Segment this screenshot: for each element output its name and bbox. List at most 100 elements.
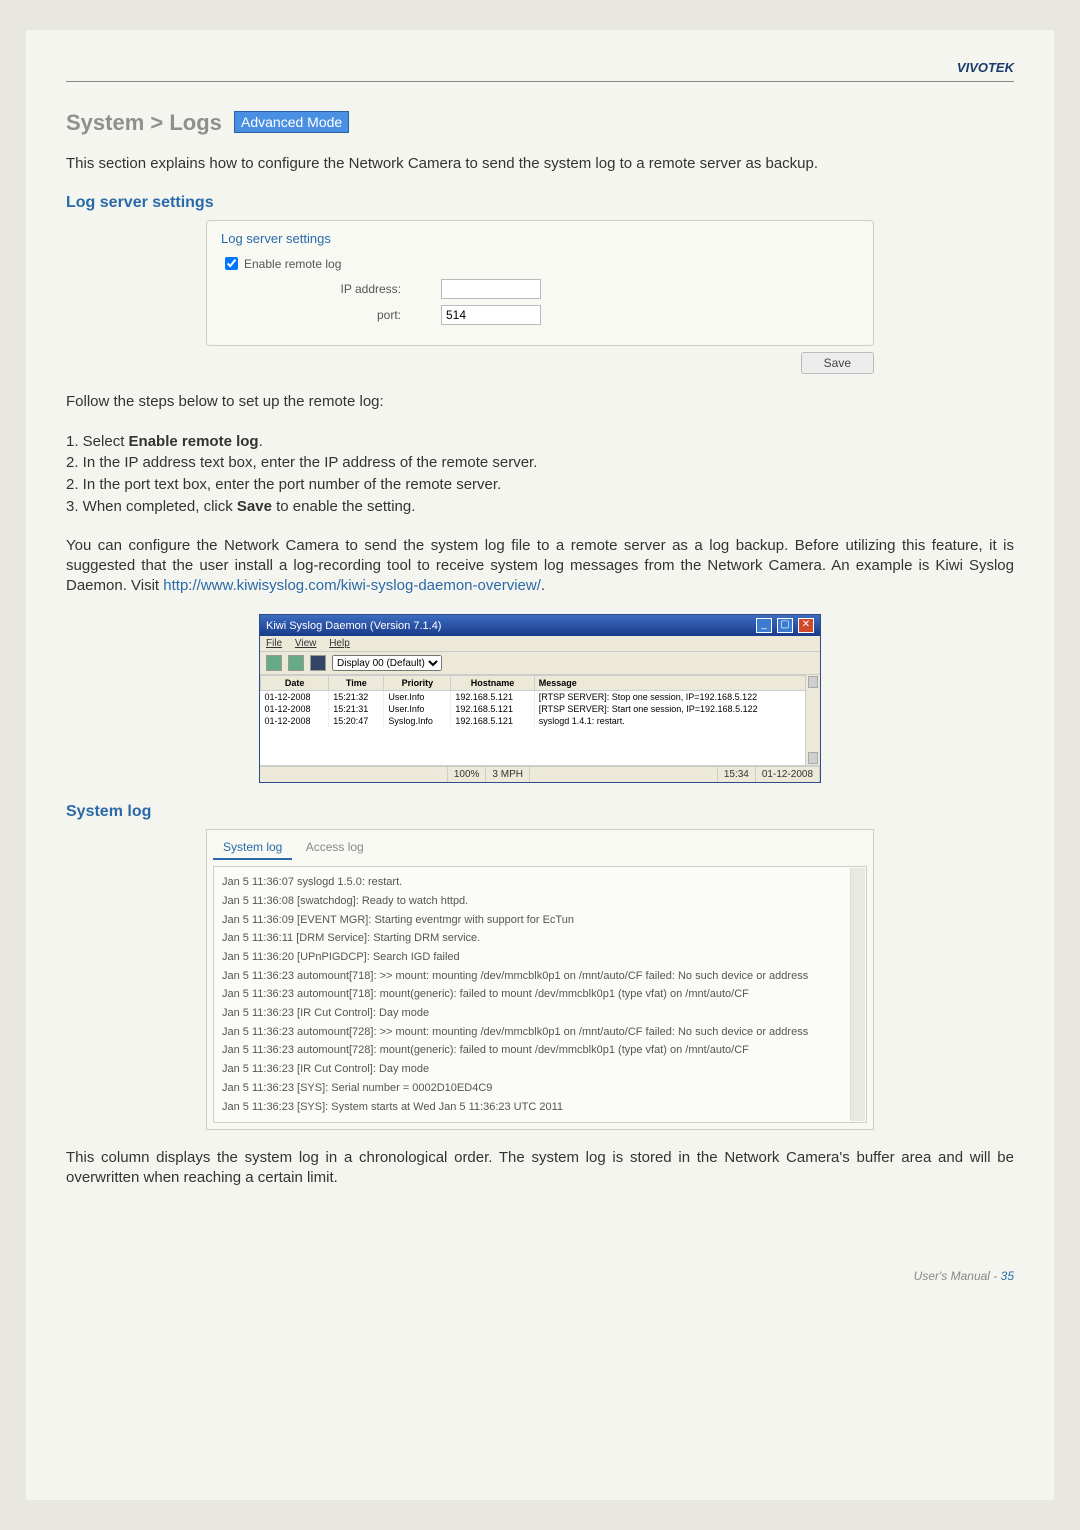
cell-message: [RTSP SERVER]: Stop one session, IP=192.… bbox=[534, 691, 819, 704]
close-icon[interactable]: ✕ bbox=[798, 618, 814, 633]
kiwi-para-c: . bbox=[541, 577, 545, 594]
kiwi-window-controls: _ ▢ ✕ bbox=[754, 618, 814, 633]
cell-hostname: 192.168.5.121 bbox=[451, 691, 534, 704]
log-line: Jan 5 11:36:23 automount[718]: mount(gen… bbox=[222, 985, 858, 1004]
table-row: 01-12-200815:21:32User.Info192.168.5.121… bbox=[261, 691, 820, 704]
step-1c: . bbox=[259, 433, 263, 450]
kiwi-link[interactable]: http://www.kiwisyslog.com/kiwi-syslog-da… bbox=[163, 577, 541, 594]
save-row: Save bbox=[66, 352, 874, 374]
step-4b: Save bbox=[237, 498, 272, 515]
col-time: Time bbox=[329, 676, 384, 691]
enable-remote-label: Enable remote log bbox=[244, 257, 341, 271]
toolbar-icon-1[interactable] bbox=[266, 655, 282, 671]
kiwi-title-text: Kiwi Syslog Daemon (Version 7.1.4) bbox=[266, 620, 441, 632]
system-log-panel: System log Access log Jan 5 11:36:07 sys… bbox=[206, 829, 874, 1130]
log-line: Jan 5 11:36:23 automount[728]: >> mount:… bbox=[222, 1023, 858, 1042]
kiwi-table: Date Time Priority Hostname Message 01-1… bbox=[260, 675, 820, 727]
step-3: 2. In the port text box, enter the port … bbox=[66, 474, 1014, 496]
enable-remote-checkbox[interactable] bbox=[225, 257, 238, 270]
log-line: Jan 5 11:36:08 [swatchdog]: Ready to wat… bbox=[222, 892, 858, 911]
ip-label: IP address: bbox=[221, 282, 441, 296]
log-line: Jan 5 11:36:23 [SYS]: System starts at W… bbox=[222, 1098, 858, 1117]
kiwi-statusbar: 100% 3 MPH 15:34 01-12-2008 bbox=[260, 766, 820, 782]
advanced-mode-badge: Advanced Mode bbox=[234, 111, 349, 133]
log-line: Jan 5 11:36:07 syslogd 1.5.0: restart. bbox=[222, 873, 858, 892]
log-line: Jan 5 11:36:23 [IR Cut Control]: Day mod… bbox=[222, 1004, 858, 1023]
step-1a: 1. Select bbox=[66, 433, 129, 450]
toolbar-icon-2[interactable] bbox=[288, 655, 304, 671]
kiwi-scrollbar[interactable] bbox=[805, 675, 820, 765]
status-percent: 100% bbox=[448, 767, 487, 782]
status-time: 15:34 bbox=[718, 767, 756, 782]
toolbar-icon-3[interactable] bbox=[310, 655, 326, 671]
save-button[interactable]: Save bbox=[801, 352, 874, 374]
kiwi-header-row: Date Time Priority Hostname Message bbox=[261, 676, 820, 691]
kiwi-window: Kiwi Syslog Daemon (Version 7.1.4) _ ▢ ✕… bbox=[259, 614, 821, 783]
log-lines-container: Jan 5 11:36:07 syslogd 1.5.0: restart.Ja… bbox=[222, 873, 858, 1116]
page: VIVOTEK System > Logs Advanced Mode This… bbox=[26, 30, 1054, 1500]
log-line: Jan 5 11:36:09 [EVENT MGR]: Starting eve… bbox=[222, 911, 858, 930]
ip-row: IP address: bbox=[221, 279, 859, 299]
steps-block: 1. Select Enable remote log. 2. In the I… bbox=[66, 431, 1014, 518]
footer-page: 35 bbox=[1001, 1269, 1014, 1283]
panel-legend: Log server settings bbox=[221, 231, 859, 246]
col-priority: Priority bbox=[384, 676, 451, 691]
menu-help[interactable]: Help bbox=[329, 638, 350, 649]
cell-hostname: 192.168.5.121 bbox=[451, 703, 534, 715]
ip-input[interactable] bbox=[441, 279, 541, 299]
log-line: Jan 5 11:36:20 [UPnPIGDCP]: Search IGD f… bbox=[222, 948, 858, 967]
kiwi-toolbar: Display 00 (Default) bbox=[260, 651, 820, 675]
step-2: 2. In the IP address text box, enter the… bbox=[66, 452, 1014, 474]
intro-text: This section explains how to configure t… bbox=[66, 154, 1014, 174]
top-rule bbox=[66, 81, 1014, 82]
kiwi-paragraph: You can configure the Network Camera to … bbox=[66, 536, 1014, 597]
col-hostname: Hostname bbox=[451, 676, 534, 691]
log-line: Jan 5 11:36:23 [IR Cut Control]: Day mod… bbox=[222, 1060, 858, 1079]
port-label: port: bbox=[221, 308, 441, 322]
cell-priority: Syslog.Info bbox=[384, 715, 451, 727]
cell-priority: User.Info bbox=[384, 691, 451, 704]
log-server-heading: Log server settings bbox=[66, 194, 1014, 212]
cell-hostname: 192.168.5.121 bbox=[451, 715, 534, 727]
closing-text: This column displays the system log in a… bbox=[66, 1148, 1014, 1189]
tab-system-log[interactable]: System log bbox=[213, 836, 292, 860]
system-log-heading: System log bbox=[66, 803, 1014, 821]
tab-access-log[interactable]: Access log bbox=[296, 836, 374, 858]
follow-intro: Follow the steps below to set up the rem… bbox=[66, 392, 1014, 412]
cell-date: 01-12-2008 bbox=[261, 703, 329, 715]
menu-file[interactable]: File bbox=[266, 638, 282, 649]
log-line: Jan 5 11:36:23 automount[718]: >> mount:… bbox=[222, 967, 858, 986]
log-line: Jan 5 11:36:11 [DRM Service]: Starting D… bbox=[222, 929, 858, 948]
log-tabs: System log Access log bbox=[213, 836, 867, 860]
step-4c: to enable the setting. bbox=[272, 498, 415, 515]
cell-time: 15:21:32 bbox=[329, 691, 384, 704]
status-date: 01-12-2008 bbox=[756, 767, 820, 782]
step-4: 3. When completed, click Save to enable … bbox=[66, 496, 1014, 518]
display-select[interactable]: Display 00 (Default) bbox=[332, 655, 442, 671]
table-row: 01-12-200815:20:47Syslog.Info192.168.5.1… bbox=[261, 715, 820, 727]
brand-label: VIVOTEK bbox=[66, 60, 1014, 75]
log-line: Jan 5 11:36:23 automount[728]: mount(gen… bbox=[222, 1041, 858, 1060]
system-log-box: Jan 5 11:36:07 syslogd 1.5.0: restart.Ja… bbox=[213, 866, 867, 1123]
kiwi-titlebar: Kiwi Syslog Daemon (Version 7.1.4) _ ▢ ✕ bbox=[260, 615, 820, 636]
table-row: 01-12-200815:21:31User.Info192.168.5.121… bbox=[261, 703, 820, 715]
cell-message: syslogd 1.4.1: restart. bbox=[534, 715, 819, 727]
cell-time: 15:21:31 bbox=[329, 703, 384, 715]
page-title-row: System > Logs Advanced Mode bbox=[66, 110, 1014, 136]
step-4a: 3. When completed, click bbox=[66, 498, 237, 515]
port-row: port: bbox=[221, 305, 859, 325]
maximize-icon[interactable]: ▢ bbox=[777, 618, 793, 633]
status-spacer-2 bbox=[530, 767, 718, 782]
cell-date: 01-12-2008 bbox=[261, 715, 329, 727]
status-rate: 3 MPH bbox=[486, 767, 530, 782]
cell-priority: User.Info bbox=[384, 703, 451, 715]
minimize-icon[interactable]: _ bbox=[756, 618, 772, 633]
col-date: Date bbox=[261, 676, 329, 691]
menu-view[interactable]: View bbox=[295, 638, 317, 649]
col-message: Message bbox=[534, 676, 819, 691]
log-scrollbar[interactable] bbox=[850, 868, 865, 1121]
kiwi-body: Date Time Priority Hostname Message 01-1… bbox=[260, 675, 820, 766]
page-title: System > Logs bbox=[66, 110, 222, 135]
cell-time: 15:20:47 bbox=[329, 715, 384, 727]
port-input[interactable] bbox=[441, 305, 541, 325]
